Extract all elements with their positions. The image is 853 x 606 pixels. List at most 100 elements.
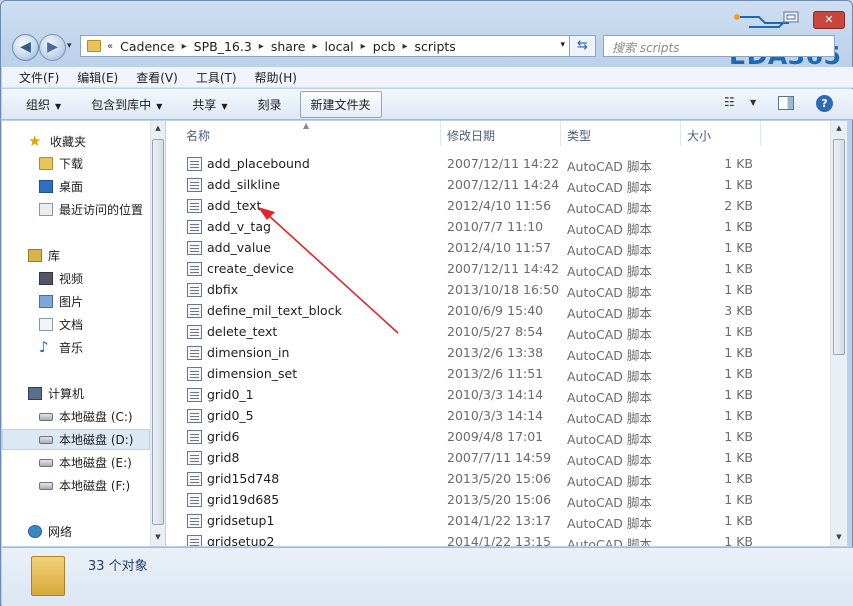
- back-button[interactable]: ◀: [12, 34, 39, 61]
- address-bar[interactable]: « Cadence ▸ SPB_16.3 ▸ share ▸ local ▸ pcb ▸ …: [80, 35, 570, 57]
- close-button[interactable]: ✕: [813, 11, 845, 29]
- file-row[interactable]: gridsetup2 2014/1/22 13:15 AutoCAD 脚本 1 KB: [166, 531, 830, 546]
- menu-file[interactable]: 文件(F): [19, 69, 59, 86]
- chevron-right-icon[interactable]: ▸: [312, 41, 317, 52]
- menu-tools[interactable]: 工具(T): [196, 69, 237, 86]
- file-row[interactable]: grid6 2009/4/8 17:01 AutoCAD 脚本 1 KB: [166, 426, 830, 447]
- organize-button[interactable]: 组织 ▼: [26, 96, 61, 113]
- file-row[interactable]: grid8 2007/7/11 14:59 AutoCAD 脚本 1 KB: [166, 447, 830, 468]
- scroll-thumb[interactable]: [833, 139, 845, 355]
- scroll-up-icon[interactable]: ▲: [831, 124, 847, 132]
- file-row[interactable]: add_value 2012/4/10 11:57 AutoCAD 脚本 1 KB: [166, 237, 830, 258]
- search-input[interactable]: 搜索 scripts: [603, 35, 835, 57]
- file-row[interactable]: add_text 2012/4/10 11:56 AutoCAD 脚本 2 KB: [166, 195, 830, 216]
- file-type: AutoCAD 脚本: [567, 306, 652, 321]
- sidebar-item-videos[interactable]: 视频: [2, 268, 150, 289]
- file-row[interactable]: create_device 2007/12/11 14:42 AutoCAD 脚本 1…: [166, 258, 830, 279]
- file-row[interactable]: gridsetup1 2014/1/22 13:17 AutoCAD 脚本 1 KB: [166, 510, 830, 531]
- menu-help[interactable]: 帮助(H): [255, 69, 297, 86]
- file-name: grid15d748: [207, 471, 280, 486]
- file-row[interactable]: dimension_in 2013/2/6 13:38 AutoCAD 脚本 1 KB: [166, 342, 830, 363]
- sidebar-item-drive-c[interactable]: 本地磁盘 (C:): [2, 406, 150, 427]
- help-icon[interactable]: ?: [816, 95, 833, 112]
- scroll-down-icon[interactable]: ▼: [151, 533, 165, 541]
- breadcrumb-scripts[interactable]: scripts: [414, 39, 455, 54]
- file-type: AutoCAD 脚本: [567, 243, 652, 258]
- file-row[interactable]: define_mil_text_block 2010/6/9 15:40 AutoC…: [166, 300, 830, 321]
- file-name: add_silkline: [207, 177, 281, 192]
- sidebar-item-music[interactable]: ♪ 音乐: [2, 337, 150, 358]
- file-date: 2013/5/20 15:06: [447, 471, 552, 486]
- file-row[interactable]: add_silkline 2007/12/11 14:24 AutoCAD 脚本 1 …: [166, 174, 830, 195]
- file-name: add_v_tag: [207, 219, 271, 234]
- file-type: AutoCAD 脚本: [567, 222, 652, 237]
- sidebar-item-drive-d[interactable]: 本地磁盘 (D:): [2, 429, 150, 450]
- sidebar-item-libraries[interactable]: 库: [2, 245, 150, 266]
- sidebar-item-favorites[interactable]: ★ 收藏夹: [2, 131, 150, 152]
- chevron-right-icon[interactable]: ▸: [361, 41, 366, 52]
- sidebar-item-recent[interactable]: 最近访问的位置: [2, 199, 150, 220]
- file-date: 2007/12/11 14:42: [447, 261, 560, 276]
- include-in-library-button[interactable]: 包含到库中 ▼: [91, 96, 162, 113]
- forward-arrow-icon: ▶: [47, 39, 58, 55]
- chevron-right-icon[interactable]: ▸: [259, 41, 264, 52]
- share-button[interactable]: 共享 ▼: [192, 96, 227, 113]
- scroll-up-icon[interactable]: ▲: [151, 124, 165, 132]
- breadcrumb-local[interactable]: local: [325, 39, 354, 54]
- sidebar-item-label: 桌面: [59, 180, 84, 194]
- file-row[interactable]: dbfix 2013/10/18 16:50 AutoCAD 脚本 1 KB: [166, 279, 830, 300]
- file-date: 2013/2/6 13:38: [447, 345, 544, 360]
- sort-ascending-icon: ▲: [303, 121, 310, 130]
- chevron-down-icon[interactable]: ▾: [560, 40, 565, 50]
- sidebar-item-downloads[interactable]: 下载: [2, 153, 150, 174]
- sidebar-item-network[interactable]: 网络: [2, 521, 150, 542]
- sidebar-item-drive-e[interactable]: 本地磁盘 (E:): [2, 452, 150, 473]
- nav-pane-scrollbar[interactable]: ▲ ▼: [150, 121, 165, 546]
- file-row[interactable]: delete_text 2010/5/27 8:54 AutoCAD 脚本 1 KB: [166, 321, 830, 342]
- sidebar-item-computer[interactable]: 计算机: [2, 383, 150, 404]
- file-type: AutoCAD 脚本: [567, 285, 652, 300]
- file-size: 1 KB: [724, 387, 753, 402]
- sidebar-item-label: 本地磁盘 (D:): [59, 433, 134, 447]
- scroll-thumb[interactable]: [152, 139, 164, 525]
- file-row[interactable]: grid0_5 2010/3/3 14:14 AutoCAD 脚本 1 KB: [166, 405, 830, 426]
- system-drive-icon: [39, 412, 53, 421]
- file-row[interactable]: add_placebound 2007/12/11 14:22 AutoCAD 脚本…: [166, 153, 830, 174]
- chevron-right-icon[interactable]: ▸: [182, 41, 187, 52]
- recent-pages-dropdown[interactable]: ▾: [67, 41, 72, 51]
- scroll-down-icon[interactable]: ▼: [831, 533, 847, 541]
- refresh-button[interactable]: ⇆: [570, 35, 596, 57]
- file-list-scrollbar[interactable]: ▲ ▼: [830, 121, 847, 546]
- burn-button[interactable]: 刻录: [258, 96, 282, 113]
- file-row[interactable]: add_v_tag 2010/7/7 11:10 AutoCAD 脚本 1 KB: [166, 216, 830, 237]
- sidebar-item-documents[interactable]: 文档: [2, 314, 150, 335]
- column-header-modified[interactable]: 修改日期: [441, 121, 561, 146]
- file-size: 1 KB: [724, 345, 753, 360]
- view-dropdown-icon[interactable]: ▼: [750, 98, 756, 118]
- file-row[interactable]: grid19d685 2013/5/20 15:06 AutoCAD 脚本 1 KB: [166, 489, 830, 510]
- file-name: dimension_in: [207, 345, 290, 360]
- preview-pane-icon[interactable]: [778, 96, 794, 110]
- new-folder-button[interactable]: 新建文件夹: [299, 90, 382, 118]
- breadcrumb-share[interactable]: share: [271, 39, 306, 54]
- menu-view[interactable]: 查看(V): [136, 69, 178, 86]
- file-date: 2009/4/8 17:01: [447, 429, 544, 444]
- breadcrumb-cadence[interactable]: Cadence: [120, 39, 175, 54]
- sidebar-item-desktop[interactable]: 桌面: [2, 176, 150, 197]
- breadcrumb-overflow[interactable]: «: [107, 41, 113, 52]
- breadcrumb-pcb[interactable]: pcb: [373, 39, 396, 54]
- column-header-size[interactable]: 大小: [681, 121, 761, 146]
- menu-edit[interactable]: 编辑(E): [77, 69, 118, 86]
- sidebar-item-pictures[interactable]: 图片: [2, 291, 150, 312]
- file-row[interactable]: grid15d748 2013/5/20 15:06 AutoCAD 脚本 1 KB: [166, 468, 830, 489]
- view-options-icon[interactable]: ☷: [724, 95, 735, 115]
- column-header-type[interactable]: 类型: [561, 121, 681, 146]
- chevron-right-icon[interactable]: ▸: [402, 41, 407, 52]
- sidebar-item-label: 视频: [59, 272, 84, 286]
- breadcrumb-spb[interactable]: SPB_16.3: [194, 39, 252, 54]
- file-row[interactable]: grid0_1 2010/3/3 14:14 AutoCAD 脚本 1 KB: [166, 384, 830, 405]
- file-date: 2007/7/11 14:59: [447, 450, 552, 465]
- file-row[interactable]: dimension_set 2013/2/6 11:51 AutoCAD 脚本 1 K…: [166, 363, 830, 384]
- sidebar-item-drive-f[interactable]: 本地磁盘 (F:): [2, 475, 150, 496]
- forward-button[interactable]: ▶: [39, 34, 66, 61]
